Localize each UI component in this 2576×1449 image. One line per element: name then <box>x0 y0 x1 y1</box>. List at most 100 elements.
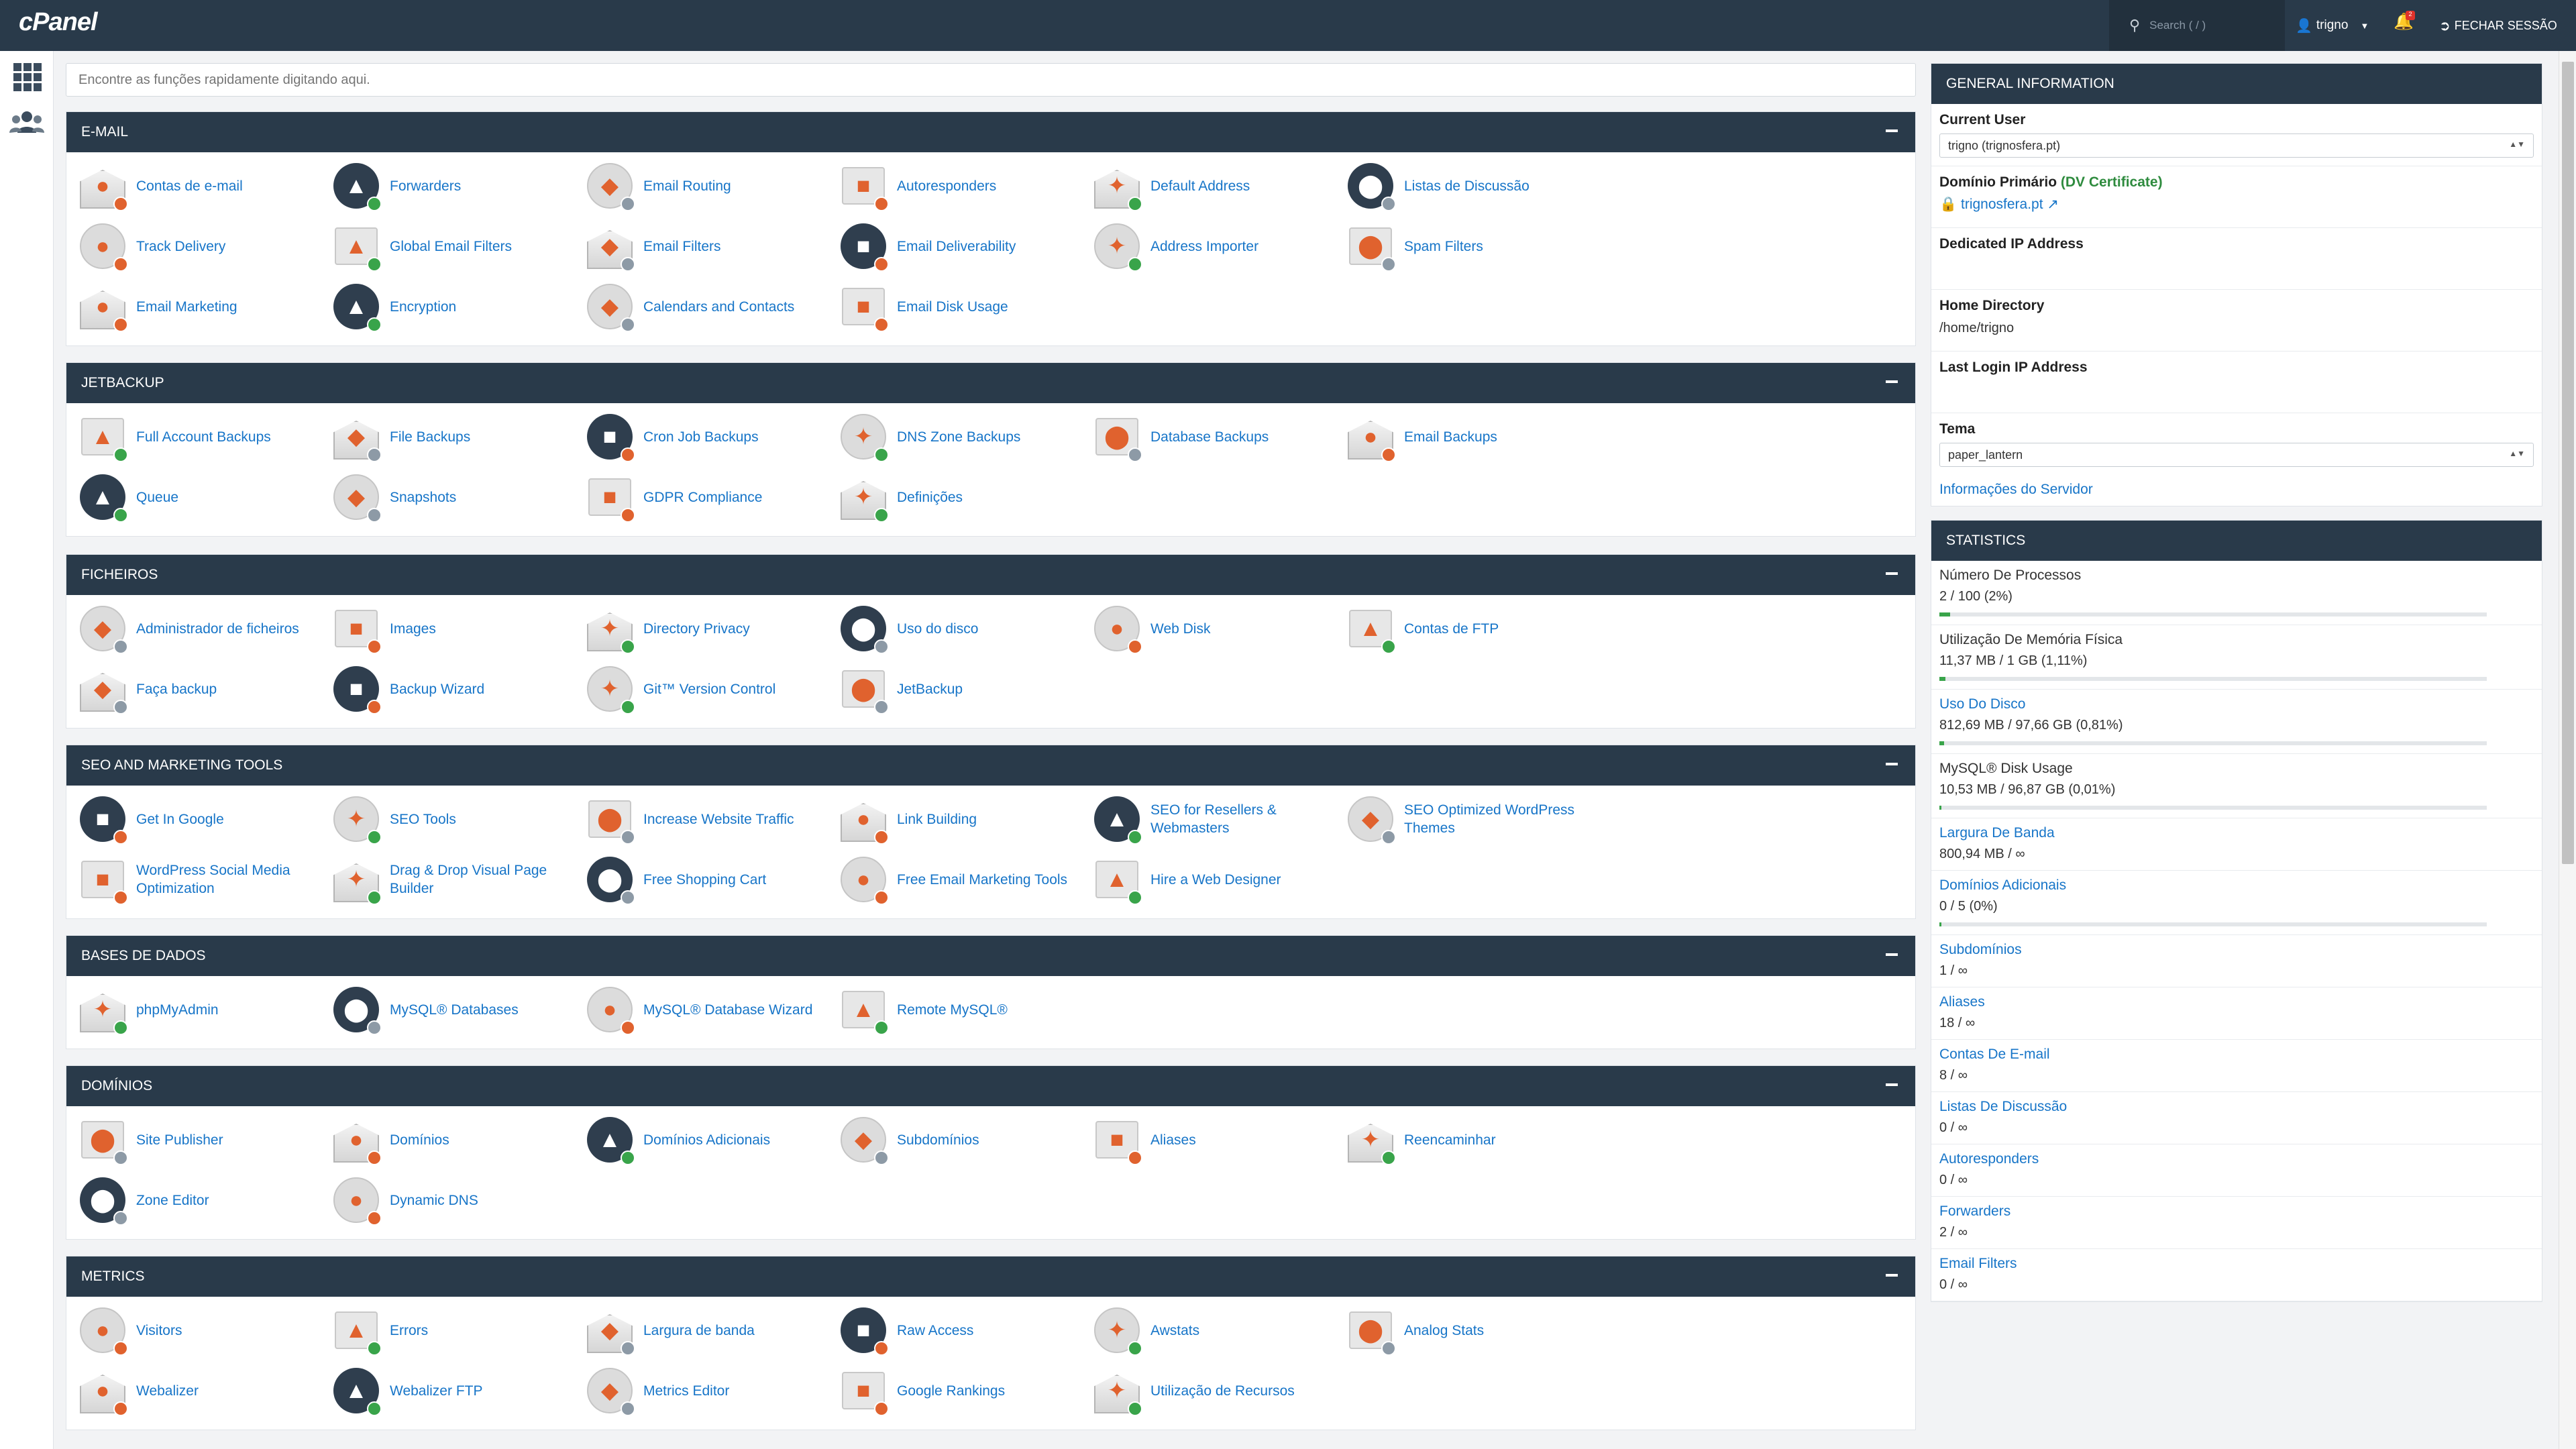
panel-header[interactable]: DOMÍNIOS <box>66 1066 1915 1106</box>
feature-item[interactable]: ■ Cron Job Backups <box>584 409 833 465</box>
feature-item[interactable]: ✦ phpMyAdmin <box>77 981 325 1038</box>
feature-item[interactable]: ● Link Building <box>838 791 1086 847</box>
feature-item[interactable]: ⬤ Listas de Discussão <box>1345 158 1593 214</box>
feature-item[interactable]: ▲ Queue <box>77 469 325 525</box>
feature-item[interactable]: ✦ Definições <box>838 469 1086 525</box>
scrollbar-thumb[interactable] <box>2562 62 2574 864</box>
feature-item[interactable]: ✦ Reencaminhar <box>1345 1112 1593 1168</box>
feature-item[interactable]: ● Webalizer <box>77 1362 325 1419</box>
collapse-minus-icon[interactable] <box>1886 1083 1898 1086</box>
feature-item[interactable]: ✦ SEO Tools <box>331 791 579 847</box>
statistic-name[interactable]: Listas De Discussão <box>1939 1099 2534 1115</box>
collapse-minus-icon[interactable] <box>1886 763 1898 765</box>
feature-item[interactable]: ● Web Disk <box>1091 600 1340 657</box>
panel-header[interactable]: SEO AND MARKETING TOOLS <box>66 745 1915 786</box>
feature-item[interactable]: ⬤ Zone Editor <box>77 1172 325 1228</box>
feature-item[interactable]: ● Email Backups <box>1345 409 1593 465</box>
feature-item[interactable]: ■ Backup Wizard <box>331 661 579 717</box>
feature-item[interactable]: ■ GDPR Compliance <box>584 469 833 525</box>
home-grid-icon[interactable] <box>13 63 42 91</box>
feature-item[interactable]: ▲ Domínios Adicionais <box>584 1112 833 1168</box>
feature-item[interactable]: ■ Email Disk Usage <box>838 278 1086 335</box>
feature-item[interactable]: ■ Email Deliverability <box>838 218 1086 274</box>
feature-item[interactable]: ✦ Git™ Version Control <box>584 661 833 717</box>
feature-item[interactable]: ⬤ Database Backups <box>1091 409 1340 465</box>
statistic-name[interactable]: Uso Do Disco <box>1939 696 2534 712</box>
collapse-minus-icon[interactable] <box>1886 1274 1898 1277</box>
feature-item[interactable]: ▲ Errors <box>331 1302 579 1358</box>
feature-item[interactable]: ⬤ JetBackup <box>838 661 1086 717</box>
panel-header[interactable]: METRICS <box>66 1256 1915 1297</box>
feature-item[interactable]: ◆ Administrador de ficheiros <box>77 600 325 657</box>
feature-item[interactable]: ● Domínios <box>331 1112 579 1168</box>
feature-item[interactable]: ● Free Email Marketing Tools <box>838 851 1086 908</box>
statistic-name[interactable]: Domínios Adicionais <box>1939 877 2534 894</box>
feature-item[interactable]: ◆ Subdomínios <box>838 1112 1086 1168</box>
feature-item[interactable]: ● Track Delivery <box>77 218 325 274</box>
collapse-minus-icon[interactable] <box>1886 129 1898 132</box>
feature-item[interactable]: ■ Google Rankings <box>838 1362 1086 1419</box>
feature-item[interactable]: ◆ Snapshots <box>331 469 579 525</box>
statistic-name[interactable]: Subdomínios <box>1939 942 2534 958</box>
feature-item[interactable]: ⬤ Spam Filters <box>1345 218 1593 274</box>
feature-item[interactable]: ▲ Contas de FTP <box>1345 600 1593 657</box>
statistic-name[interactable]: Contas De E-mail <box>1939 1046 2534 1063</box>
feature-item[interactable]: ● Visitors <box>77 1302 325 1358</box>
panel-header[interactable]: FICHEIROS <box>66 555 1915 595</box>
statistic-name[interactable]: Email Filters <box>1939 1256 2534 1272</box>
feature-item[interactable]: ✦ Default Address <box>1091 158 1340 214</box>
feature-item[interactable]: ⬤ Site Publisher <box>77 1112 325 1168</box>
feature-item[interactable]: ■ Autoresponders <box>838 158 1086 214</box>
global-search[interactable]: ⚲ Search ( / ) <box>2109 0 2285 51</box>
notifications-bell-icon[interactable]: 🔔 2 <box>2394 11 2415 36</box>
panel-header[interactable]: JETBACKUP <box>66 363 1915 403</box>
server-info-link[interactable]: Informações do Servidor <box>1939 482 2534 498</box>
collapse-minus-icon[interactable] <box>1886 572 1898 575</box>
feature-item[interactable]: ▲ SEO for Resellers & Webmasters <box>1091 791 1340 847</box>
feature-item[interactable]: ◆ Metrics Editor <box>584 1362 833 1419</box>
feature-item[interactable]: ● MySQL® Database Wizard <box>584 981 833 1038</box>
page-scrollbar[interactable] <box>2559 51 2576 1449</box>
feature-item[interactable]: ■ Get In Google <box>77 791 325 847</box>
collapse-minus-icon[interactable] <box>1886 953 1898 956</box>
feature-item[interactable]: ▲ Encryption <box>331 278 579 335</box>
feature-item[interactable]: ● Email Marketing <box>77 278 325 335</box>
feature-item[interactable]: ✦ Awstats <box>1091 1302 1340 1358</box>
feature-item[interactable]: ✦ DNS Zone Backups <box>838 409 1086 465</box>
feature-item[interactable]: ✦ Drag & Drop Visual Page Builder <box>331 851 579 908</box>
panel-header[interactable]: E-MAIL <box>66 112 1915 152</box>
feature-item[interactable]: ⬤ Analog Stats <box>1345 1302 1593 1358</box>
feature-item[interactable]: ▲ Forwarders <box>331 158 579 214</box>
feature-item[interactable]: ✦ Utilização de Recursos <box>1091 1362 1340 1419</box>
feature-item[interactable]: ⬤ MySQL® Databases <box>331 981 579 1038</box>
cpanel-logo[interactable]: cPanel <box>19 8 98 37</box>
logout-button[interactable]: ➲ FECHAR SESSÃO <box>2439 0 2557 51</box>
feature-item[interactable]: ■ Images <box>331 600 579 657</box>
primary-domain-link[interactable]: 🔒 trignosfera.pt ↗ <box>1939 196 2534 213</box>
feature-item[interactable]: ■ Aliases <box>1091 1112 1340 1168</box>
feature-item[interactable]: ◆ File Backups <box>331 409 579 465</box>
feature-item[interactable]: ⬤ Increase Website Traffic <box>584 791 833 847</box>
feature-item[interactable]: ▲ Remote MySQL® <box>838 981 1086 1038</box>
feature-item[interactable]: ■ WordPress Social Media Optimization <box>77 851 325 908</box>
feature-item[interactable]: ▲ Full Account Backups <box>77 409 325 465</box>
feature-item[interactable]: ● Dynamic DNS <box>331 1172 579 1228</box>
collapse-minus-icon[interactable] <box>1886 380 1898 383</box>
statistic-name[interactable]: Autoresponders <box>1939 1151 2534 1167</box>
feature-item[interactable]: ▲ Global Email Filters <box>331 218 579 274</box>
current-user-select[interactable]: trigno (trignosfera.pt) ▲▼ <box>1939 133 2534 158</box>
feature-item[interactable]: ✦ Address Importer <box>1091 218 1340 274</box>
feature-item[interactable]: ▲ Hire a Web Designer <box>1091 851 1340 908</box>
statistic-name[interactable]: Largura De Banda <box>1939 825 2534 841</box>
users-icon[interactable] <box>9 109 44 136</box>
feature-item[interactable]: ◆ Faça backup <box>77 661 325 717</box>
feature-item[interactable]: ◆ Largura de banda <box>584 1302 833 1358</box>
feature-item[interactable]: ✦ Directory Privacy <box>584 600 833 657</box>
statistic-name[interactable]: Forwarders <box>1939 1203 2534 1220</box>
feature-item[interactable]: ◆ Email Filters <box>584 218 833 274</box>
user-menu[interactable]: 👤 trigno ▼ <box>2296 0 2369 51</box>
feature-item[interactable]: ⬤ Uso do disco <box>838 600 1086 657</box>
feature-item[interactable]: ◆ Email Routing <box>584 158 833 214</box>
quick-search-input[interactable] <box>66 63 1916 97</box>
panel-header[interactable]: BASES DE DADOS <box>66 936 1915 976</box>
